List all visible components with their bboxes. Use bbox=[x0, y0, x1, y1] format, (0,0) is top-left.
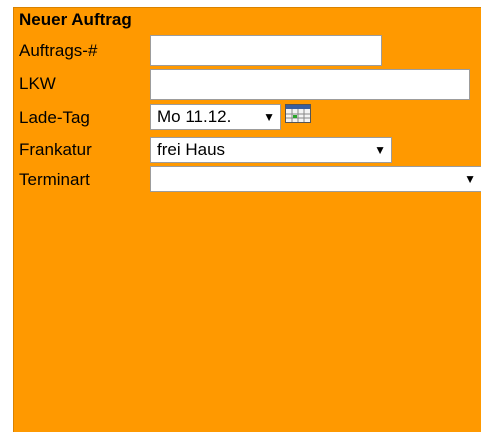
chevron-down-icon: ▼ bbox=[263, 110, 275, 124]
truck-input[interactable] bbox=[150, 69, 470, 100]
appointment-type-label: Terminart bbox=[19, 170, 90, 189]
chevron-down-icon: ▼ bbox=[374, 143, 386, 157]
loading-day-label: Lade-Tag bbox=[19, 108, 90, 127]
appointment-type-select[interactable]: ▼ bbox=[150, 166, 481, 192]
new-order-panel: Neuer Auftrag Auftrags-# LKW Lade-Tag Mo… bbox=[13, 7, 481, 432]
loading-day-value: Mo 11.12. bbox=[157, 107, 232, 126]
frankatur-select[interactable]: frei Haus ▼ bbox=[150, 137, 392, 163]
order-number-input[interactable] bbox=[150, 35, 382, 66]
frankatur-value: frei Haus bbox=[157, 140, 226, 159]
calendar-icon[interactable] bbox=[285, 104, 311, 123]
chevron-down-icon: ▼ bbox=[464, 172, 476, 186]
order-number-label: Auftrags-# bbox=[19, 41, 98, 60]
loading-day-select[interactable]: Mo 11.12. ▼ bbox=[150, 104, 281, 130]
truck-label: LKW bbox=[19, 74, 56, 93]
panel-title: Neuer Auftrag bbox=[19, 10, 132, 29]
frankatur-label: Frankatur bbox=[19, 140, 92, 159]
